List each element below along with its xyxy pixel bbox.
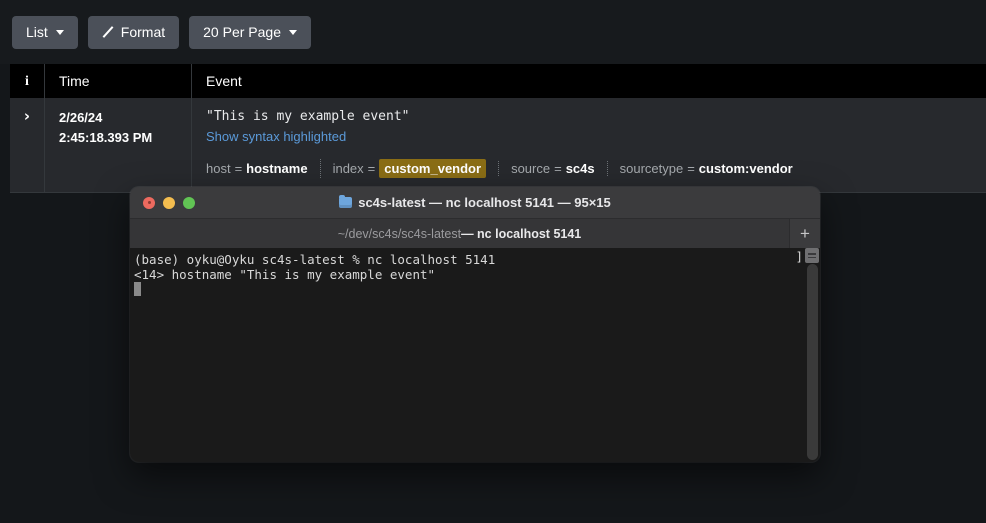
field-value[interactable]: custom:vendor [699,161,793,176]
row-expand-cell[interactable]: › [10,98,45,193]
show-syntax-highlighted-link[interactable]: Show syntax highlighted [206,129,346,144]
new-tab-button[interactable]: + [789,219,820,248]
maximize-window-button[interactable] [183,196,195,209]
field-value[interactable]: sc4s [566,161,595,176]
event-fields: host = hostname index = custom_vendor so… [206,158,986,178]
window-controls [130,196,195,209]
terminal-cursor [134,282,141,296]
terminal-window-title: sc4s-latest — nc localhost 5141 — 95×15 [358,195,611,210]
terminal-line-1: (base) oyku@Oyku sc4s-latest % nc localh… [134,252,496,267]
terminal-tab[interactable]: ~/dev/sc4s/sc4s-latest — nc localhost 51… [130,219,789,248]
terminal-window[interactable]: sc4s-latest — nc localhost 5141 — 95×15 … [130,187,820,462]
table-row: › 2/26/24 2:45:18.393 PM "This is my exa… [10,98,986,193]
field-key: sourcetype [619,160,684,176]
terminal-menu-icon[interactable] [805,248,819,263]
field-host[interactable]: host = hostname [206,161,320,176]
results-toolbar: List Format 20 Per Page [0,0,986,64]
events-table: i Time Event › 2/26/24 2:45:18.393 PM "T… [10,64,986,193]
field-key: index [332,160,364,176]
events-table-body: › 2/26/24 2:45:18.393 PM "This is my exa… [10,98,986,193]
format-label: Format [120,24,166,40]
format-button[interactable]: Format [87,15,180,49]
results-table-container: i Time Event › 2/26/24 2:45:18.393 PM "T… [0,64,986,193]
minimize-window-button[interactable] [163,196,175,209]
terminal-body[interactable]: (base) oyku@Oyku sc4s-latest % nc localh… [130,248,820,462]
view-mode-button[interactable]: List [12,15,78,49]
field-equals: = [367,160,376,176]
per-page-button[interactable]: 20 Per Page [189,15,311,49]
terminal-line-2: <14> hostname "This is my example event" [134,266,436,282]
pencil-icon [102,26,114,38]
terminal-titlebar[interactable]: sc4s-latest — nc localhost 5141 — 95×15 [130,187,820,218]
row-event-cell: "This is my example event" Show syntax h… [191,98,986,193]
terminal-bracket-glyph: ] [795,249,803,264]
column-header-info[interactable]: i [10,64,45,98]
chevron-right-icon[interactable]: › [24,109,30,124]
view-mode-label: List [26,24,48,40]
field-equals: = [234,160,243,176]
field-equals: = [554,160,562,176]
terminal-tab-path: ~/dev/sc4s/sc4s-latest [337,226,462,241]
terminal-window-title-wrapper: sc4s-latest — nc localhost 5141 — 95×15 [130,194,820,210]
event-time: 2:45:18.393 PM [59,130,153,146]
terminal-output: (base) oyku@Oyku sc4s-latest % nc localh… [130,248,805,462]
field-key: host [206,160,231,176]
row-time-cell: 2/26/24 2:45:18.393 PM [44,98,192,193]
field-value[interactable]: hostname [246,161,307,176]
terminal-tabbar: ~/dev/sc4s/sc4s-latest — nc localhost 51… [130,218,820,248]
field-sourcetype[interactable]: sourcetype = custom:vendor [606,160,805,176]
app-root: List Format 20 Per Page i Time Event › 2… [0,0,986,523]
table-header-row: i Time Event [10,64,986,98]
events-table-head: i Time Event [10,64,986,98]
field-equals: = [687,160,695,176]
field-source[interactable]: source = sc4s [498,160,607,176]
terminal-scrollbar[interactable]: ] [795,248,820,462]
field-key: source [511,160,551,176]
info-icon: i [25,74,29,89]
terminal-tab-command: — nc localhost 5141 [461,226,582,241]
field-index[interactable]: index = custom_vendor [319,158,498,178]
event-date: 2/26/24 [59,110,103,125]
folder-icon [339,194,353,208]
event-raw-text: "This is my example event" [206,109,410,124]
terminal-scrollbar-thumb[interactable] [807,264,818,460]
field-value-highlighted[interactable]: custom_vendor [379,158,487,178]
close-window-button[interactable] [143,196,155,209]
column-header-time[interactable]: Time [44,64,192,98]
chevron-down-icon [288,29,297,35]
column-header-event[interactable]: Event [192,64,986,98]
chevron-down-icon [55,29,64,35]
per-page-label: 20 Per Page [203,24,281,40]
